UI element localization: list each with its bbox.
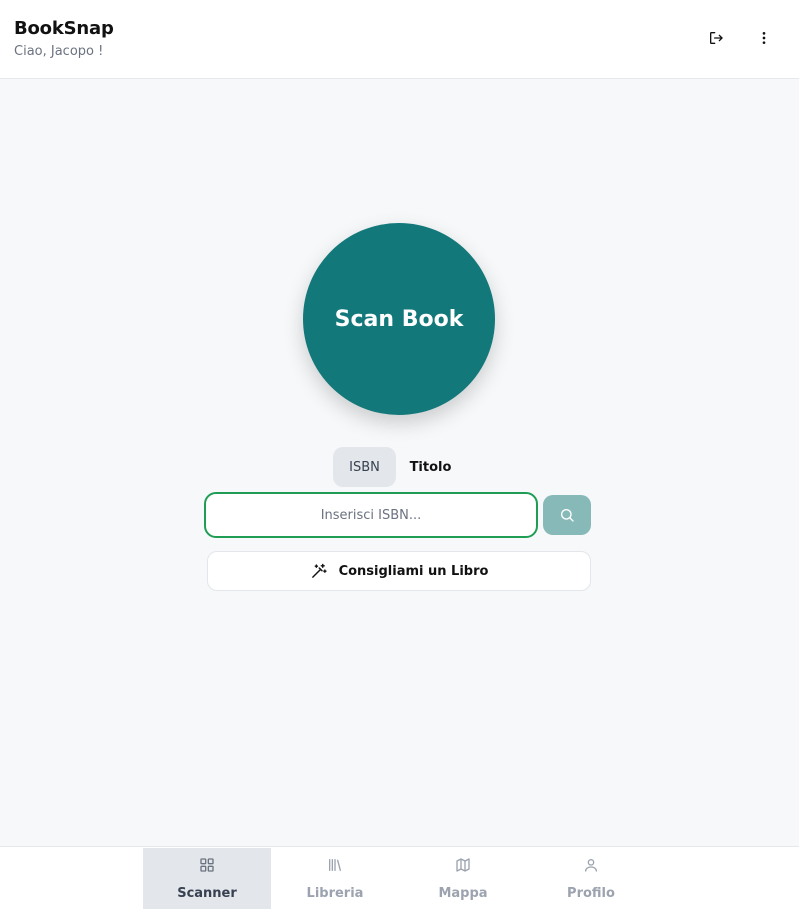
logout-button[interactable] bbox=[702, 24, 730, 52]
scan-book-label: Scan Book bbox=[334, 306, 464, 332]
logout-icon bbox=[710, 31, 723, 44]
nav-item-profilo[interactable]: Profilo bbox=[527, 848, 655, 909]
nav-label-mappa: Mappa bbox=[438, 886, 488, 901]
isbn-search-input[interactable] bbox=[204, 492, 538, 538]
recommend-book-label: Consigliami un Libro bbox=[338, 563, 489, 579]
bottom-navigation: Scanner Libreria Mappa Profilo bbox=[0, 846, 799, 909]
nav-item-libreria[interactable]: Libreria bbox=[271, 848, 399, 909]
nav-item-scanner[interactable]: Scanner bbox=[143, 848, 271, 909]
more-vertical-icon bbox=[762, 32, 766, 44]
app-title: BookSnap bbox=[14, 18, 114, 39]
greeting-text: Ciao, Jacopo ! bbox=[14, 44, 104, 59]
grid-icon bbox=[200, 858, 214, 872]
app-header: BookSnap Ciao, Jacopo ! bbox=[0, 0, 799, 79]
tab-titolo[interactable]: Titolo bbox=[399, 447, 462, 487]
nav-item-mappa[interactable]: Mappa bbox=[399, 848, 527, 909]
nav-label-libreria: Libreria bbox=[306, 886, 364, 901]
recommend-book-button[interactable]: Consigliami un Libro bbox=[207, 551, 591, 591]
tab-isbn[interactable]: ISBN bbox=[333, 447, 396, 487]
more-menu-button[interactable] bbox=[750, 24, 778, 52]
scan-book-button[interactable]: Scan Book bbox=[303, 223, 495, 415]
search-icon bbox=[561, 509, 574, 522]
user-icon bbox=[585, 859, 597, 872]
nav-label-profilo: Profilo bbox=[567, 886, 615, 901]
nav-label-scanner: Scanner bbox=[177, 886, 237, 901]
search-button[interactable] bbox=[543, 495, 591, 535]
map-icon bbox=[456, 858, 470, 872]
library-icon bbox=[329, 859, 341, 871]
magic-wand-icon bbox=[311, 563, 327, 578]
